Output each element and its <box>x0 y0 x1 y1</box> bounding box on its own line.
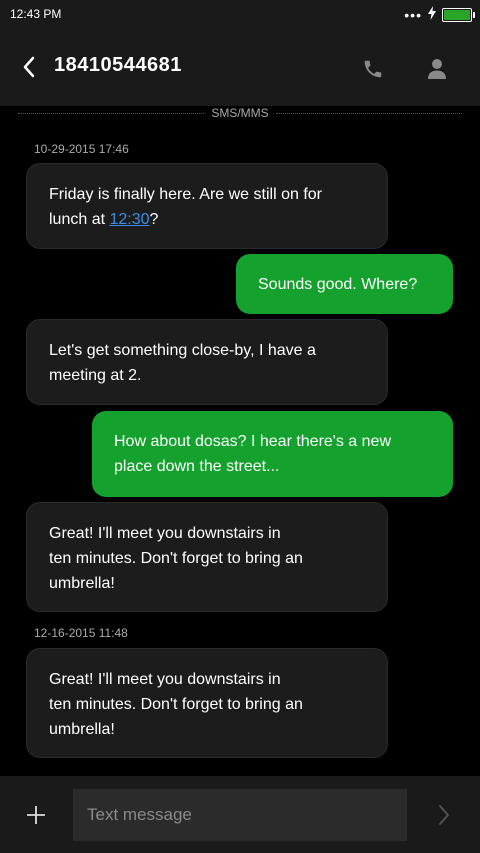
sms-mms-divider: SMS/MMS <box>0 104 480 122</box>
contact-info-button[interactable] <box>422 54 452 84</box>
message-text: Great! I'll meet you downstairs in <box>49 671 281 688</box>
message-timestamp: 10-29-2015 17:46 <box>34 142 129 156</box>
more-dots-icon: ••• <box>404 7 422 23</box>
battery-icon <box>442 8 475 22</box>
status-bar: 12:43 PM ••• <box>0 0 480 30</box>
time-link[interactable]: 12:30 <box>109 211 149 228</box>
status-icons: ••• <box>404 5 475 25</box>
message-composer <box>0 776 480 853</box>
message-text: Friday is finally here. Are we still on … <box>49 186 322 203</box>
contact-number-title: 18410544681 <box>54 54 182 76</box>
message-text: umbrella! <box>49 721 115 738</box>
conversation-header: 18410544681 <box>0 30 480 106</box>
text-message-input[interactable] <box>73 789 407 841</box>
person-icon <box>428 59 446 79</box>
divider-line-left <box>18 113 204 114</box>
attach-button[interactable] <box>24 803 48 827</box>
divider-label: SMS/MMS <box>211 106 269 120</box>
message-text: meeting at 2. <box>49 367 142 384</box>
back-button[interactable] <box>14 52 44 82</box>
send-button[interactable] <box>432 803 456 827</box>
message-text: ten minutes. Don't forget to bring an <box>49 696 303 713</box>
chevron-right-icon <box>439 805 449 825</box>
divider-line-right <box>276 113 462 114</box>
charging-bolt-icon <box>428 5 436 25</box>
message-text: umbrella! <box>49 575 115 592</box>
message-text: ? <box>149 211 159 228</box>
call-button[interactable] <box>358 54 388 84</box>
chevron-left-icon <box>23 56 35 78</box>
message-text: ten minutes. Don't forget to bring an <box>49 550 303 567</box>
message-text: Great! I'll meet you downstairs in <box>49 525 281 542</box>
status-time: 12:43 PM <box>10 7 62 21</box>
battery-level <box>444 10 470 20</box>
incoming-message[interactable]: Friday is finally here. Are we still on … <box>26 163 388 249</box>
message-text: Let's get something close-by, I have a <box>49 342 316 359</box>
outgoing-message[interactable]: Sounds good. Where? <box>236 254 453 314</box>
phone-icon <box>364 60 382 78</box>
incoming-message[interactable]: Great! I'll meet you downstairs in ten m… <box>26 648 388 758</box>
incoming-message[interactable]: Let's get something close-by, I have a m… <box>26 319 388 405</box>
message-text: lunch at <box>49 211 110 228</box>
message-text: How about dosas? I hear there's a new <box>114 433 391 450</box>
plus-icon <box>27 806 45 824</box>
message-timestamp: 12-16-2015 11:48 <box>34 626 128 640</box>
message-text: place down the street... <box>114 458 280 475</box>
message-text: Sounds good. Where? <box>258 276 418 293</box>
outgoing-message[interactable]: How about dosas? I hear there's a new pl… <box>92 411 453 497</box>
incoming-message[interactable]: Great! I'll meet you downstairs in ten m… <box>26 502 388 612</box>
